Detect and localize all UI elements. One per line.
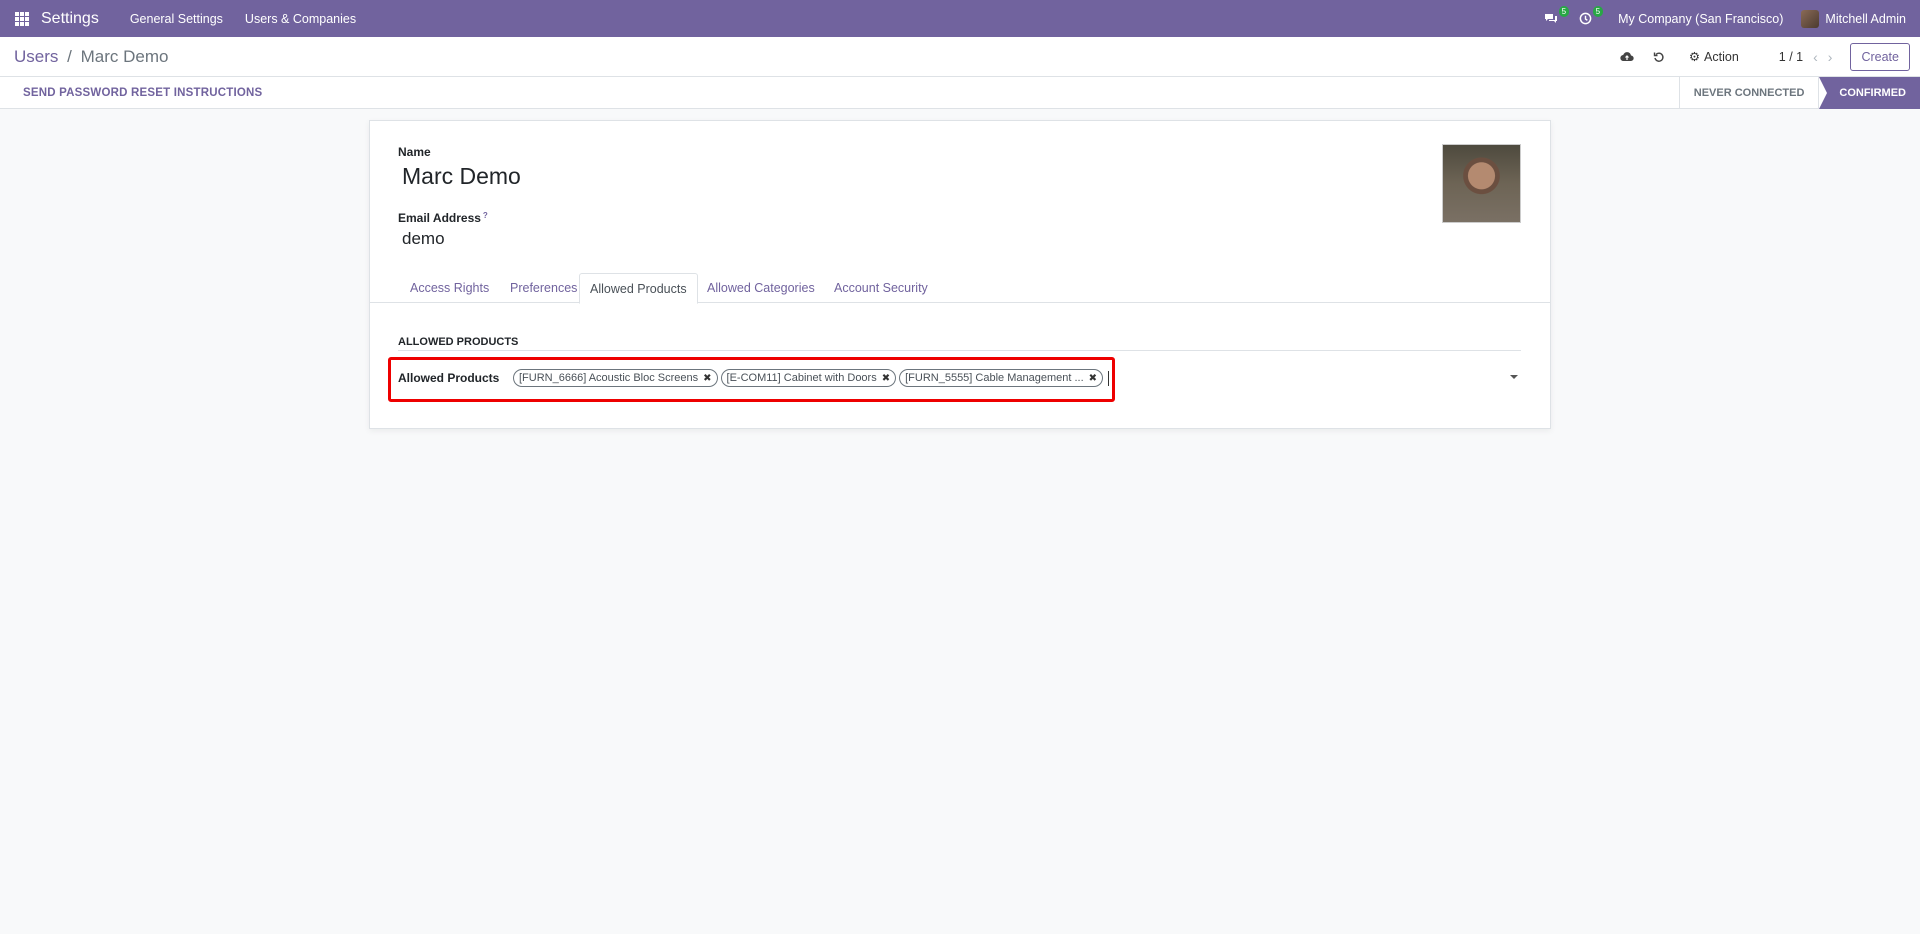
user-avatar [1801, 9, 1820, 28]
tab-allowed-categories[interactable]: Allowed Categories [697, 273, 825, 303]
breadcrumb-current: Marc Demo [80, 46, 169, 66]
user-photo[interactable] [1442, 144, 1521, 223]
tab-preferences[interactable]: Preferences [500, 273, 587, 303]
section-title: ALLOWED PRODUCTS [398, 336, 519, 348]
breadcrumb-users-link[interactable]: Users [14, 47, 58, 66]
top-navbar: Settings General Settings Users & Compan… [0, 0, 1920, 37]
email-label: Email Address? [398, 211, 488, 225]
form-statusbar: SEND PASSWORD RESET INSTRUCTIONS NEVER C… [0, 76, 1920, 109]
remove-tag-icon[interactable]: ✖ [703, 373, 711, 384]
form-sheet: Name Marc Demo Email Address? demo Acces… [369, 120, 1551, 429]
stage-confirmed: CONFIRMED [1818, 76, 1920, 109]
breadcrumb: Users / Marc Demo [14, 47, 168, 67]
user-menu[interactable]: Mitchell Admin [1801, 9, 1906, 28]
name-label: Name [398, 145, 431, 159]
status-stages: NEVER CONNECTED CONFIRMED [1678, 76, 1920, 109]
messages-badge: 5 [1558, 5, 1570, 17]
user-name: Mitchell Admin [1825, 11, 1906, 26]
activities-badge: 5 [1592, 5, 1604, 17]
app-name[interactable]: Settings [41, 10, 99, 28]
tag-label: [FURN_6666] Acoustic Bloc Screens [519, 372, 699, 384]
send-password-reset-button[interactable]: SEND PASSWORD RESET INSTRUCTIONS [23, 87, 262, 99]
notebook-tabs: Access Rights Preferences Allowed Produc… [370, 273, 1550, 304]
text-cursor [1108, 370, 1110, 386]
pager-next-icon[interactable]: › [1828, 49, 1833, 65]
help-tooltip-icon[interactable]: ? [483, 211, 488, 220]
allowed-products-label: Allowed Products [398, 371, 500, 385]
dropdown-caret-icon[interactable] [1510, 375, 1518, 379]
remove-tag-icon[interactable]: ✖ [1089, 373, 1097, 384]
tag-product: [FURN_6666] Acoustic Bloc Screens ✖ [513, 369, 718, 387]
email-field[interactable]: demo [402, 229, 445, 249]
apps-menu-icon[interactable] [15, 11, 29, 26]
action-label: Action [1704, 49, 1739, 64]
top-menu: General Settings Users & Companies [119, 12, 367, 26]
tag-product: [FURN_5555] Cable Management ... ✖ [899, 369, 1104, 387]
control-panel: Users / Marc Demo ⚙ Action 1 / 1 ‹ › Cre… [0, 37, 1920, 77]
email-label-text: Email Address [398, 211, 481, 225]
tab-account-security[interactable]: Account Security [824, 273, 938, 303]
tab-access-rights[interactable]: Access Rights [400, 273, 499, 303]
name-field[interactable]: Marc Demo [402, 163, 521, 190]
allowed-products-input[interactable]: [FURN_6666] Acoustic Bloc Screens ✖ [E-C… [513, 369, 1110, 387]
tag-product: [E-COM11] Cabinet with Doors ✖ [720, 369, 897, 387]
save-cloud-icon[interactable] [1619, 49, 1635, 65]
gear-icon: ⚙ [1688, 50, 1701, 64]
tag-label: [FURN_5555] Cable Management ... [905, 372, 1084, 384]
stage-never-connected: NEVER CONNECTED [1678, 76, 1819, 109]
company-switcher[interactable]: My Company (San Francisco) [1618, 12, 1783, 26]
pager-prev-icon[interactable]: ‹ [1813, 49, 1818, 65]
action-menu-button[interactable]: ⚙ Action [1688, 49, 1739, 65]
control-actions: ⚙ Action 1 / 1 ‹ › Create [1619, 42, 1920, 71]
messages-icon[interactable]: 5 [1540, 5, 1570, 29]
create-button[interactable]: Create [1850, 42, 1910, 71]
pager-value[interactable]: 1 / 1 [1779, 50, 1803, 64]
systray: 5 5 My Company (San Francisco) Mitchell … [1540, 5, 1920, 29]
menu-general-settings[interactable]: General Settings [119, 12, 234, 26]
section-divider [398, 350, 1521, 351]
activities-clock-icon[interactable]: 5 [1574, 5, 1604, 29]
remove-tag-icon[interactable]: ✖ [882, 373, 890, 384]
discard-undo-icon[interactable] [1651, 49, 1667, 65]
menu-users-companies[interactable]: Users & Companies [234, 12, 367, 26]
tab-allowed-products[interactable]: Allowed Products [579, 273, 698, 304]
tag-label: [E-COM11] Cabinet with Doors [726, 372, 877, 384]
breadcrumb-separator: / [67, 46, 72, 66]
